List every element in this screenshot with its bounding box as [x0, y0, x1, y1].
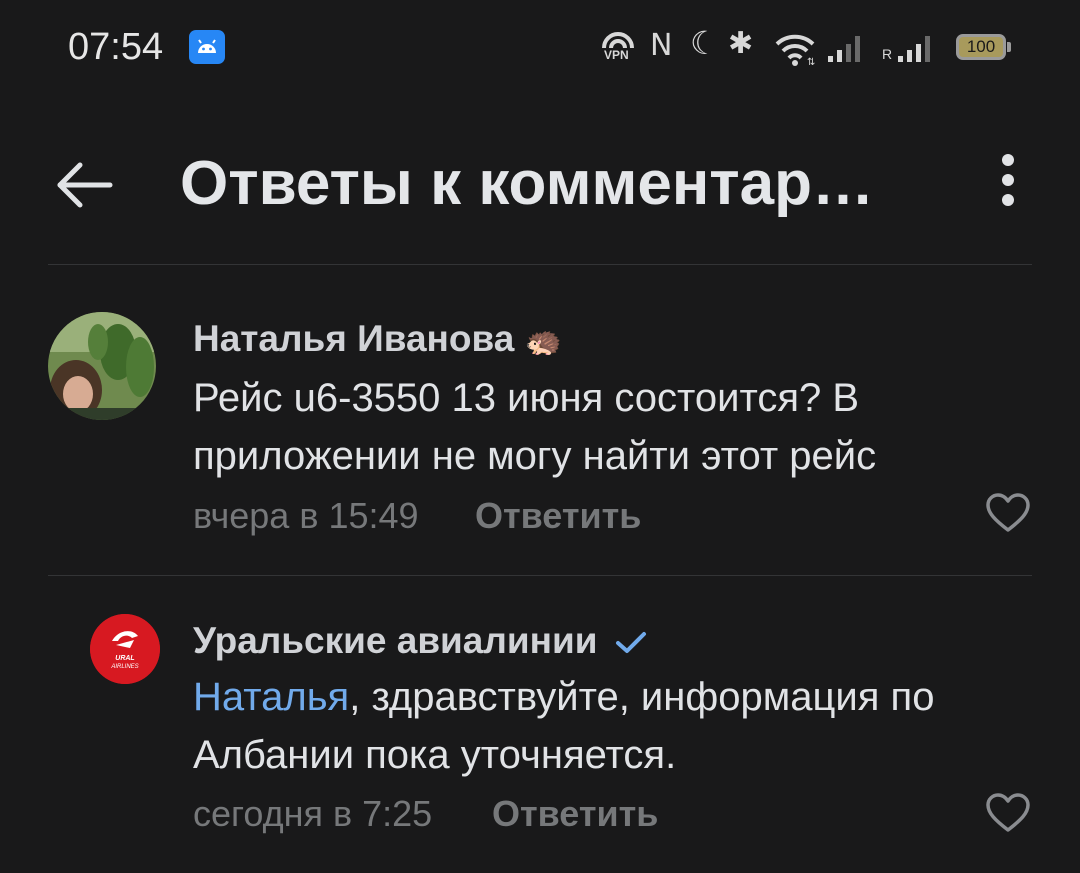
more-options-button[interactable]	[990, 150, 1026, 210]
more-vertical-icon	[1002, 154, 1014, 206]
avatar[interactable]: URAL AIRLINES	[90, 614, 160, 684]
screen: 07:54 VPN N ☾ ✱ ⇅ R 100 Ответы к коммент…	[0, 0, 1080, 873]
comment-author[interactable]: Наталья Иванова 🦔	[193, 318, 562, 360]
hedgehog-emoji: 🦔	[524, 324, 562, 359]
author-name: Наталья Иванова	[193, 318, 515, 359]
comment-time: вчера в 15:49	[193, 495, 419, 536]
battery-level: 100	[966, 37, 996, 56]
wifi-icon: ⇅	[775, 34, 815, 66]
vpn-icon: VPN	[600, 26, 636, 70]
status-bar: 07:54 VPN N ☾ ✱ ⇅ R 100	[0, 0, 1080, 100]
heart-outline-icon	[986, 793, 1030, 832]
comment-text: Наталья, здравствуйте, информация по Алб…	[193, 668, 1053, 784]
svg-text:URAL: URAL	[115, 655, 134, 662]
back-button[interactable]	[50, 150, 120, 220]
user-photo	[48, 312, 156, 420]
status-time: 07:54	[68, 26, 164, 68]
comment-reply-item: URAL AIRLINES Уральские авиалинии Наталь…	[0, 576, 1080, 873]
svg-text:AIRLINES: AIRLINES	[110, 664, 138, 670]
comment-time: сегодня в 7:25	[193, 793, 433, 834]
like-button[interactable]	[985, 492, 1031, 534]
author-name: Уральские авиалинии	[193, 620, 598, 661]
reply-button[interactable]: Ответить	[492, 793, 658, 835]
vpn-label: VPN	[604, 48, 629, 62]
mention-link[interactable]: Наталья	[193, 675, 349, 719]
signal-icon	[828, 36, 860, 62]
reply-button[interactable]: Ответить	[475, 495, 641, 537]
like-button[interactable]	[985, 792, 1031, 834]
roaming-signal-icon	[898, 36, 930, 62]
svg-text:⇅: ⇅	[807, 57, 815, 66]
top-app-bar: Ответы к комментарию	[0, 120, 1080, 264]
nfc-icon: N	[650, 28, 673, 63]
avatar[interactable]	[48, 312, 156, 420]
page-title: Ответы к комментарию	[180, 149, 900, 218]
ural-airlines-logo: URAL AIRLINES	[90, 614, 160, 684]
comment-author[interactable]: Уральские авиалинии	[193, 620, 648, 662]
android-notification-icon	[189, 30, 225, 64]
heart-outline-icon	[986, 493, 1030, 532]
comment-text: Рейс u6-3550 13 июня состоится? В прилож…	[193, 376, 877, 478]
comment-item: Наталья Иванова 🦔 Рейс u6-3550 13 июня с…	[0, 265, 1080, 575]
check-icon	[615, 632, 646, 654]
roaming-label: R	[882, 46, 893, 62]
do-not-disturb-icon: ☾	[690, 25, 719, 61]
battery-tip	[1007, 42, 1011, 52]
arrow-left-icon	[57, 162, 113, 208]
battery-icon: 100	[956, 34, 1006, 60]
bluetooth-icon: ✱	[728, 27, 754, 60]
